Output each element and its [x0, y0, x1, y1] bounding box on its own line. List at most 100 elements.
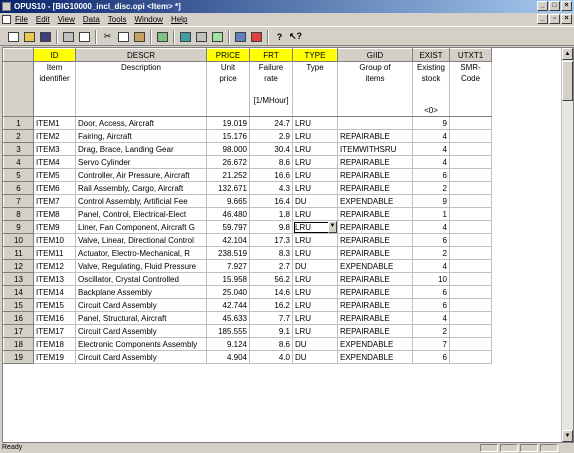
- cell-exist[interactable]: 4: [412, 259, 450, 273]
- cell-type[interactable]: DU: [292, 259, 338, 273]
- cell-utxt1[interactable]: [449, 259, 492, 273]
- cell-descr[interactable]: Backplane Assembly: [75, 285, 207, 299]
- table-row[interactable]: 18 ITEM18 Electronic Components Assembly 9.…: [3, 337, 492, 351]
- calculate-icon[interactable]: [233, 29, 248, 44]
- row-number[interactable]: 14: [3, 285, 34, 299]
- cell-price[interactable]: 4.904: [206, 350, 250, 364]
- row-number[interactable]: 1: [3, 116, 34, 130]
- save-icon[interactable]: [38, 29, 53, 44]
- cell-descr[interactable]: Fairing, Aircraft: [75, 129, 207, 143]
- cell-id[interactable]: ITEM16: [33, 311, 76, 325]
- grid-corner[interactable]: [3, 48, 34, 62]
- cell-descr[interactable]: Door, Access, Aircraft: [75, 116, 207, 130]
- cell-exist[interactable]: 1: [412, 207, 450, 221]
- cell-type[interactable]: DU: [292, 350, 338, 364]
- cell-frt[interactable]: 16.4: [249, 194, 293, 208]
- cell-giid[interactable]: REPAIRABLE: [337, 272, 413, 286]
- cell-giid[interactable]: REPAIRABLE: [337, 298, 413, 312]
- cell-price[interactable]: 9.124: [206, 337, 250, 351]
- cell-frt[interactable]: 9.1: [249, 324, 293, 338]
- cell-id[interactable]: ITEM5: [33, 168, 76, 182]
- cell-id[interactable]: ITEM11: [33, 246, 76, 260]
- doc-restore-button[interactable]: ▫: [549, 14, 560, 24]
- menu-file[interactable]: File: [15, 13, 28, 26]
- context-help-icon[interactable]: ↖?: [288, 29, 303, 44]
- cell-price[interactable]: 59.797: [206, 220, 250, 234]
- cell-frt[interactable]: 30.4: [249, 142, 293, 156]
- column-header-id[interactable]: ID: [33, 48, 76, 62]
- cell-frt[interactable]: 56.2: [249, 272, 293, 286]
- cell-descr[interactable]: Valve, Linear, Directional Control: [75, 233, 207, 247]
- cell-price[interactable]: 185.555: [206, 324, 250, 338]
- row-number[interactable]: 17: [3, 324, 34, 338]
- document-icon[interactable]: [2, 15, 11, 24]
- cell-type[interactable]: LRU: [292, 168, 338, 182]
- cell-frt[interactable]: 2.9: [249, 129, 293, 143]
- cell-frt[interactable]: 1.8: [249, 207, 293, 221]
- cell-exist[interactable]: 9: [412, 194, 450, 208]
- scroll-down-icon[interactable]: ▼: [562, 430, 573, 442]
- cell-type[interactable]: LRU: [292, 298, 338, 312]
- cell-exist[interactable]: 7: [412, 337, 450, 351]
- cell-price[interactable]: 21.252: [206, 168, 250, 182]
- cell-exist[interactable]: 4: [412, 129, 450, 143]
- cell-price[interactable]: 42.744: [206, 298, 250, 312]
- cell-type[interactable]: LRU: [292, 272, 338, 286]
- table-row[interactable]: 19 ITEM19 Circuit Card Assembly 4.904 4.0 DU E…: [3, 350, 492, 364]
- cell-exist[interactable]: 9: [412, 116, 450, 130]
- form-view-icon[interactable]: [194, 29, 209, 44]
- cell-giid[interactable]: [337, 116, 413, 130]
- cell-price[interactable]: 238.519: [206, 246, 250, 260]
- column-header-type[interactable]: TYPE: [292, 48, 338, 62]
- cell-price[interactable]: 19.019: [206, 116, 250, 130]
- cell-id[interactable]: ITEM19: [33, 350, 76, 364]
- cell-descr[interactable]: Servo Cylinder: [75, 155, 207, 169]
- table-row[interactable]: 11 ITEM11 Actuator, Electro-Mechanical, R 2…: [3, 246, 492, 260]
- cell-frt[interactable]: 14.6: [249, 285, 293, 299]
- table-row[interactable]: 12 ITEM12 Valve, Regulating, Fluid Pressur…: [3, 259, 492, 273]
- column-header-descr[interactable]: DESCR: [75, 48, 207, 62]
- menu-help[interactable]: Help: [171, 13, 187, 26]
- cell-id[interactable]: ITEM3: [33, 142, 76, 156]
- cell-descr[interactable]: Controller, Air Pressure, Aircraft: [75, 168, 207, 182]
- cell-utxt1[interactable]: [449, 246, 492, 260]
- cell-utxt1[interactable]: [449, 350, 492, 364]
- cell-exist[interactable]: 4: [412, 155, 450, 169]
- print-preview-icon[interactable]: [77, 29, 92, 44]
- cell-giid[interactable]: EXPENDABLE: [337, 337, 413, 351]
- cell-exist[interactable]: 6: [412, 233, 450, 247]
- cell-giid[interactable]: REPAIRABLE: [337, 181, 413, 195]
- menu-window[interactable]: Window: [134, 13, 162, 26]
- cell-type[interactable]: LRU: [292, 246, 338, 260]
- cell-id[interactable]: ITEM18: [33, 337, 76, 351]
- vertical-scrollbar[interactable]: ▲ ▼: [561, 48, 573, 442]
- cell-exist[interactable]: 4: [412, 311, 450, 325]
- scroll-up-icon[interactable]: ▲: [562, 48, 573, 60]
- cell-utxt1[interactable]: [449, 142, 492, 156]
- cell-id[interactable]: ITEM9: [33, 220, 76, 234]
- cell-price[interactable]: 15.176: [206, 129, 250, 143]
- table-view-icon[interactable]: [178, 29, 193, 44]
- row-number[interactable]: 5: [3, 168, 34, 182]
- row-number[interactable]: 15: [3, 298, 34, 312]
- cell-descr[interactable]: Control Assembly, Artificial Fee: [75, 194, 207, 208]
- cell-giid[interactable]: REPAIRABLE: [337, 129, 413, 143]
- minimize-button[interactable]: _: [537, 1, 548, 11]
- table-row[interactable]: 6 ITEM6 Rail Assembly, Cargo, Aircraft 132.…: [3, 181, 492, 195]
- cell-price[interactable]: 46.480: [206, 207, 250, 221]
- cell-price[interactable]: 9.665: [206, 194, 250, 208]
- cell-type[interactable]: LRU: [292, 207, 338, 221]
- table-row[interactable]: 9 ITEM9 Liner, Fan Component, Aircraft G 59…: [3, 220, 492, 234]
- cell-giid[interactable]: REPAIRABLE: [337, 324, 413, 338]
- column-header-utxt1[interactable]: UTXT1: [449, 48, 492, 62]
- table-row[interactable]: 1 ITEM1 Door, Access, Aircraft 19.019 24.7 LR…: [3, 116, 492, 130]
- cell-utxt1[interactable]: [449, 168, 492, 182]
- cell-descr[interactable]: Circuit Card Assembly: [75, 350, 207, 364]
- cell-exist[interactable]: 6: [412, 350, 450, 364]
- cell-type[interactable]: LRU: [292, 324, 338, 338]
- cell-id[interactable]: ITEM17: [33, 324, 76, 338]
- cell-utxt1[interactable]: [449, 298, 492, 312]
- table-row[interactable]: 14 ITEM14 Backplane Assembly 25.040 14.6 LRU R…: [3, 285, 492, 299]
- row-number[interactable]: 10: [3, 233, 34, 247]
- table-row[interactable]: 4 ITEM4 Servo Cylinder 26.672 8.6 LRU REPAIRAB…: [3, 155, 492, 169]
